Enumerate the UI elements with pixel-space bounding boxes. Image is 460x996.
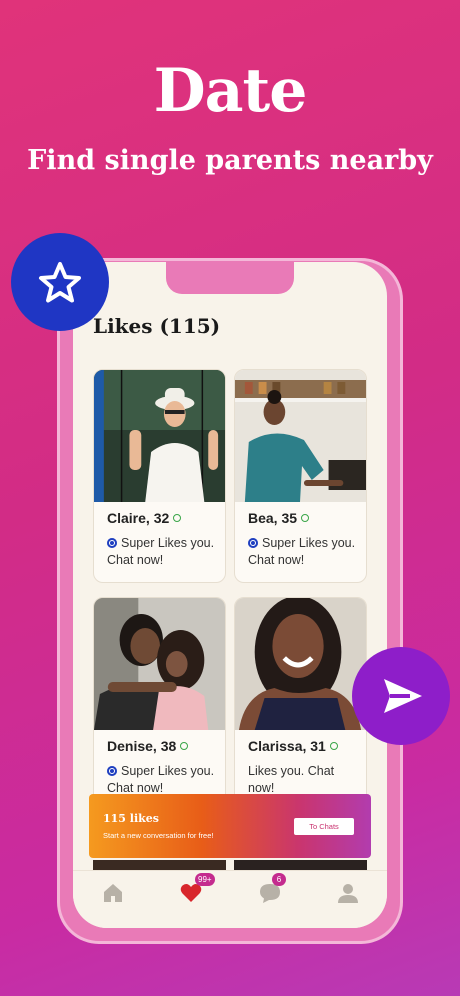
next-card-peek	[93, 860, 226, 870]
like-message: Likes you. Chat now!	[248, 764, 335, 795]
like-message: Super Likes you. Chat now!	[107, 536, 215, 567]
likes-promo-banner: 115 likes Start a new conversation for f…	[89, 794, 371, 858]
super-like-icon	[107, 766, 117, 776]
chat-count-badge: 6	[272, 873, 286, 886]
profile-name: Bea, 35	[248, 510, 298, 526]
likes-count-badge: 99+	[195, 873, 215, 886]
super-like-button[interactable]	[11, 233, 109, 331]
profile-photo	[94, 370, 225, 502]
home-icon[interactable]	[101, 881, 125, 905]
headline: Date	[153, 56, 308, 126]
profile-name: Denise, 38	[107, 738, 177, 754]
phone-notch	[166, 262, 294, 294]
banner-title: 115 likes	[103, 812, 159, 825]
bottom-tab-bar: 99+ 6	[73, 870, 387, 928]
like-message: Super Likes you. Chat now!	[107, 764, 215, 795]
subheadline: Find single parents nearby	[27, 145, 433, 176]
profile-card-denise[interactable]: Denise, 38 Super Likes you. Chat now!	[93, 597, 226, 811]
next-card-peek	[234, 860, 367, 870]
profile-photo	[235, 370, 366, 502]
profile-icon[interactable]	[336, 881, 360, 905]
profile-card-clarissa[interactable]: Clarissa, 31 Likes you. Chat now!	[234, 597, 367, 811]
phone-screen: Likes (115) Claire, 32 Super Likes you. …	[73, 262, 387, 928]
profile-name: Claire, 32	[107, 510, 170, 526]
profile-photo	[94, 598, 225, 730]
online-status-icon	[173, 514, 182, 522]
profile-card-claire[interactable]: Claire, 32 Super Likes you. Chat now!	[93, 369, 226, 583]
online-status-icon	[301, 514, 310, 522]
profile-card-bea[interactable]: Bea, 35 Super Likes you. Chat now!	[234, 369, 367, 583]
send-arrow-icon	[384, 679, 422, 713]
send-message-button[interactable]	[352, 647, 450, 745]
super-like-icon	[248, 538, 258, 548]
page-title: Likes (115)	[93, 314, 221, 338]
online-status-icon	[180, 742, 189, 750]
to-chats-button[interactable]: To Chats	[294, 818, 354, 835]
super-like-icon	[107, 538, 117, 548]
like-message: Super Likes you. Chat now!	[248, 536, 356, 567]
banner-subtitle: Start a new conversation for free!	[103, 831, 214, 840]
online-status-icon	[329, 742, 338, 750]
star-icon	[39, 262, 81, 303]
profile-name: Clarissa, 31	[248, 738, 326, 754]
profile-photo	[235, 598, 366, 730]
